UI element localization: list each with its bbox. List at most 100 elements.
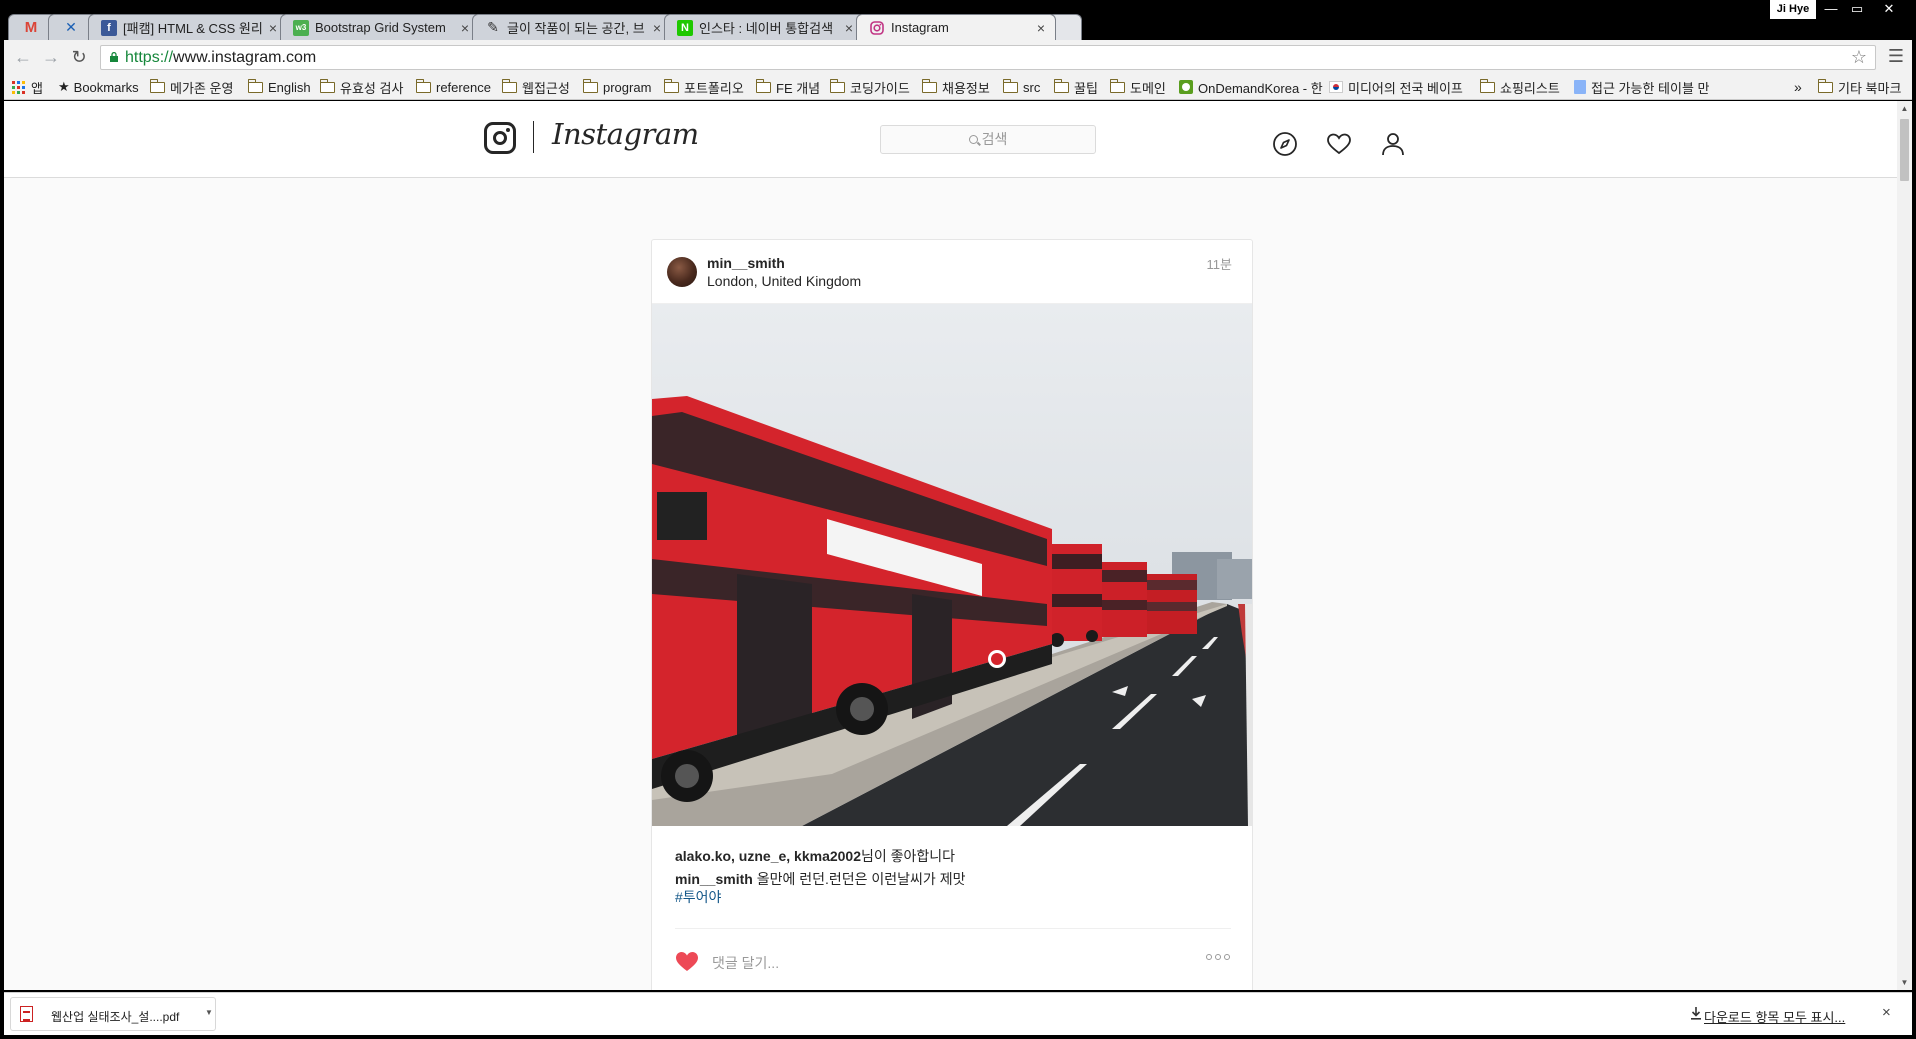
instagram-logo-icon[interactable] <box>484 122 516 154</box>
logo-divider <box>533 121 534 153</box>
chevron-down-icon[interactable]: ▼ <box>205 1008 213 1017</box>
search-input[interactable]: 검색 <box>880 125 1096 154</box>
url-text[interactable]: https://www.instagram.com <box>125 49 316 67</box>
bookmark-ondemandkorea[interactable]: OnDemandKorea - 한 <box>1179 78 1323 96</box>
bookmark-folder[interactable]: 포트폴리오 <box>663 78 744 96</box>
scroll-up-icon[interactable]: ▲ <box>1900 104 1909 113</box>
likes-line: alako.ko, uzne_e, kkma2002님이 좋아합니다 <box>675 846 955 866</box>
tab-bootstrap[interactable]: w3 Bootstrap Grid System × <box>280 14 480 40</box>
show-all-downloads-link[interactable]: 다운로드 항목 모두 표시... <box>1704 1007 1845 1026</box>
bookmark-folder[interactable]: 꿀팁 <box>1053 78 1098 96</box>
tab-instagram[interactable]: Instagram × <box>856 14 1056 40</box>
download-icon <box>1691 1007 1701 1020</box>
post-photo[interactable] <box>652 304 1252 826</box>
bookmark-label: OnDemandKorea - 한 <box>1198 80 1323 96</box>
tab-title: [패캠] HTML & CSS 원리 <box>123 21 263 36</box>
tab-title: 인스타 : 네이버 통합검색 <box>699 21 834 36</box>
apps-grid-icon <box>12 80 25 94</box>
bookmark-folder[interactable]: English <box>247 78 311 96</box>
profile-button[interactable]: Ji Hye <box>1770 0 1816 19</box>
comment-input[interactable]: 댓글 달기... <box>712 953 779 973</box>
bookmark-star-icon[interactable]: ☆ <box>1851 47 1867 68</box>
bookmark-accessible-table[interactable]: 접근 가능한 테이블 만 <box>1574 78 1709 96</box>
close-icon[interactable]: × <box>1882 1004 1891 1021</box>
bookmark-label: 도메인 <box>1130 80 1166 96</box>
folder-icon <box>829 78 845 93</box>
tab-title: 글이 작품이 되는 공간, 브 <box>507 21 645 36</box>
bookmark-label: reference <box>436 79 491 95</box>
search-placeholder: 검색 <box>981 131 1008 147</box>
page-scrollbar[interactable]: ▲ ▼ <box>1897 101 1912 990</box>
folder-icon <box>247 78 263 93</box>
scroll-down-icon[interactable]: ▼ <box>1900 978 1909 987</box>
tab-naver[interactable]: N 인스타 : 네이버 통합검색 × <box>664 14 864 40</box>
bookmark-apps[interactable]: 앱 <box>12 78 43 96</box>
post-header: min__smith London, United Kingdom 11분 <box>652 240 1252 304</box>
close-window-icon[interactable]: ✕ <box>1876 0 1902 19</box>
post-username[interactable]: min__smith <box>707 255 785 271</box>
bookmark-bookmarks[interactable]: ★ Bookmarks <box>58 78 139 96</box>
bookmarks-overflow-button[interactable]: » <box>1794 78 1802 96</box>
close-tab-icon[interactable]: × <box>269 20 277 36</box>
folder-icon <box>415 78 431 93</box>
folder-icon <box>755 78 771 93</box>
bookmark-label: 기타 북마크 <box>1838 80 1902 96</box>
caption-username[interactable]: min__smith <box>675 871 753 887</box>
download-shelf: 웹산업 실태조사_설....pdf ▼ 다운로드 항목 모두 표시... × <box>4 992 1912 1035</box>
bookmark-folder[interactable]: 도메인 <box>1109 78 1166 96</box>
close-tab-icon[interactable]: × <box>845 20 853 36</box>
bookmark-folder[interactable]: program <box>582 78 651 96</box>
like-heart-icon[interactable] <box>675 950 699 972</box>
activity-heart-icon[interactable] <box>1326 131 1352 157</box>
folder-icon <box>1053 78 1069 93</box>
bookmark-folder[interactable]: 채용정보 <box>921 78 990 96</box>
bookmarks-bar: 앱 ★ Bookmarks 메가존 운영 English 유효성 검사 refe… <box>4 74 1912 100</box>
close-tab-icon[interactable]: × <box>653 20 661 36</box>
forward-icon[interactable]: → <box>40 47 62 67</box>
bookmark-label: 꿀팁 <box>1074 80 1098 96</box>
avatar[interactable] <box>667 257 697 287</box>
chrome-menu-icon[interactable]: ☰ <box>1888 46 1904 67</box>
more-options-icon[interactable] <box>1206 954 1230 960</box>
hashtag-link[interactable]: #투어야 <box>675 889 721 905</box>
bookmark-folder[interactable]: reference <box>415 78 491 96</box>
maximize-icon[interactable]: ▭ <box>1844 0 1870 19</box>
reload-icon[interactable]: ↻ <box>68 47 90 67</box>
bookmark-label: 미디어의 전국 베이프 <box>1348 80 1463 96</box>
back-icon[interactable]: ← <box>12 47 34 67</box>
minimize-icon[interactable]: — <box>1818 0 1844 19</box>
bookmark-folder[interactable]: 웹접근성 <box>501 78 570 96</box>
profile-icon[interactable] <box>1380 131 1406 157</box>
instagram-wordmark[interactable]: Instagram <box>552 117 699 151</box>
bookmark-media[interactable]: 미디어의 전국 베이프 <box>1329 78 1463 96</box>
bookmark-folder[interactable]: src <box>1002 78 1040 96</box>
tab-brunch[interactable]: ✎ 글이 작품이 되는 공간, 브 × <box>472 14 672 40</box>
bookmark-folder[interactable]: 유효성 검사 <box>319 78 403 96</box>
bookmark-folder[interactable]: 코딩가이드 <box>829 78 910 96</box>
other-bookmarks[interactable]: 기타 북마크 <box>1817 78 1902 96</box>
bookmark-folder[interactable]: 메가존 운영 <box>149 78 233 96</box>
search-icon <box>968 135 978 144</box>
close-tab-icon[interactable]: × <box>461 20 469 36</box>
brunch-pen-icon: ✎ <box>487 19 499 35</box>
tab-facebook[interactable]: f [패캠] HTML & CSS 원리 × <box>88 14 288 40</box>
post-timestamp[interactable]: 11분 <box>1207 254 1232 273</box>
bookmark-label: FE 개념 <box>776 80 821 96</box>
tab-strip: M ✕ f [패캠] HTML & CSS 원리 × w3 Bootstrap … <box>8 14 1082 40</box>
tool-icon: ✕ <box>65 19 77 35</box>
bookmark-folder[interactable]: FE 개념 <box>755 78 821 96</box>
explore-icon[interactable] <box>1272 131 1298 157</box>
bookmark-label: 포트폴리오 <box>684 80 744 96</box>
address-bar[interactable]: https://www.instagram.com ☆ <box>100 45 1876 70</box>
bookmark-folder[interactable]: 쇼핑리스트 <box>1479 78 1560 96</box>
lock-icon <box>110 52 118 62</box>
folder-icon <box>1817 78 1833 93</box>
close-tab-icon[interactable]: × <box>1037 20 1045 36</box>
likers[interactable]: alako.ko, uzne_e, kkma2002 <box>675 848 861 864</box>
download-item[interactable]: 웹산업 실태조사_설....pdf ▼ <box>10 997 216 1031</box>
scrollbar-thumb[interactable] <box>1900 119 1909 181</box>
post-location[interactable]: London, United Kingdom <box>707 273 861 289</box>
bookmark-label: 앱 <box>31 80 43 96</box>
folder-icon <box>1479 78 1495 93</box>
gmail-icon: M <box>24 19 38 36</box>
